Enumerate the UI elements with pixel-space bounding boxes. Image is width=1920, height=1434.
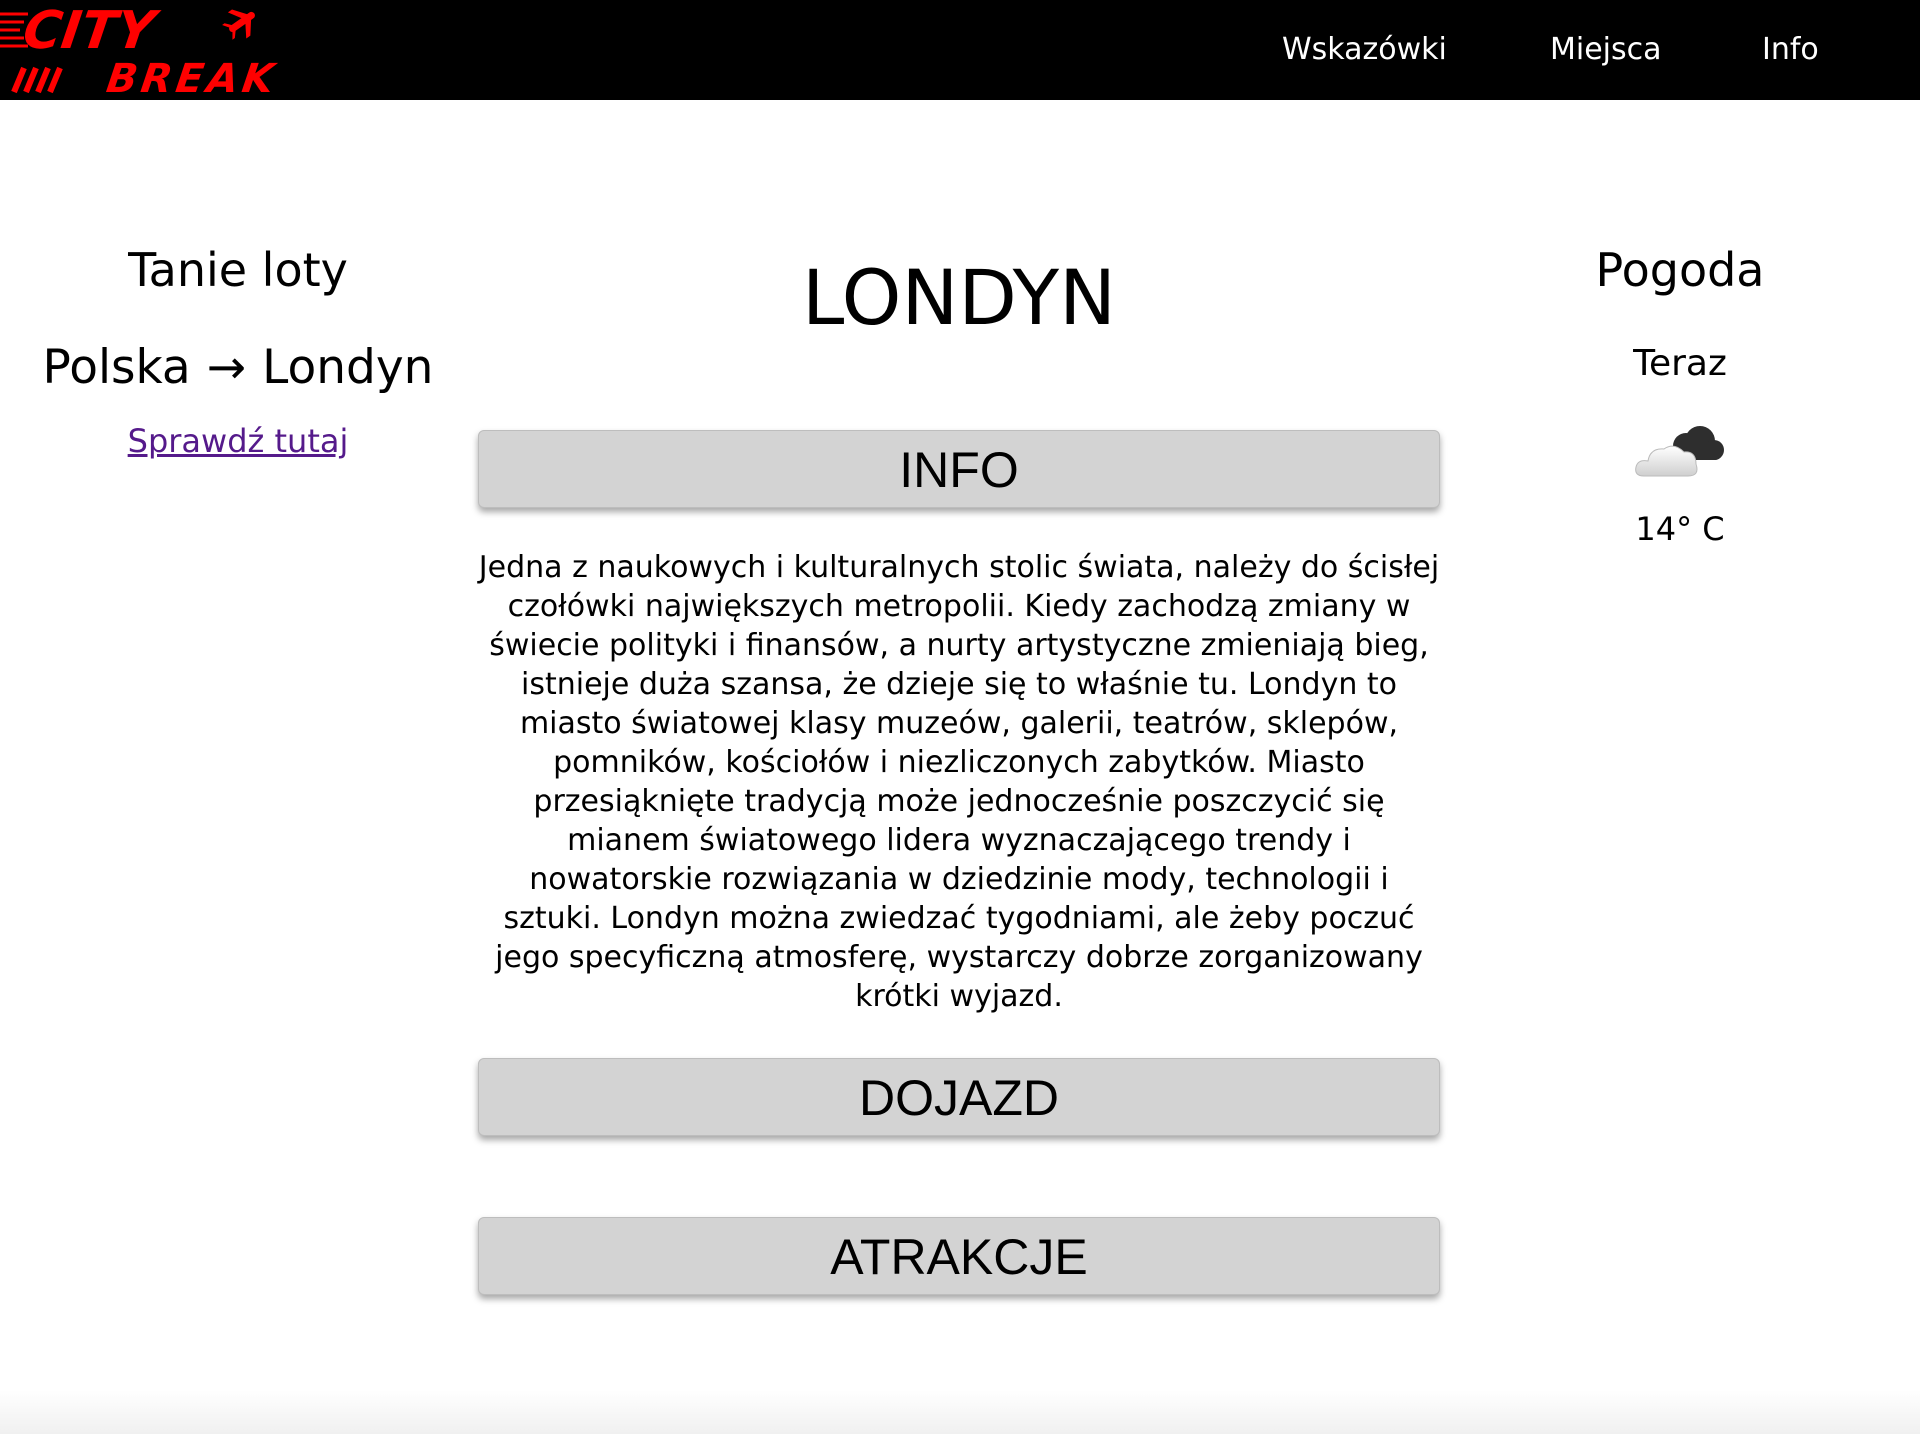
logo-text-city: CITY bbox=[19, 1, 163, 61]
temperature-value: 14° C bbox=[1635, 510, 1725, 548]
info-section-button[interactable]: INFO bbox=[478, 430, 1440, 508]
route-destination: Londyn bbox=[262, 340, 434, 395]
check-flights-link[interactable]: Sprawdź tutaj bbox=[128, 422, 349, 460]
logo-text-break: BREAK bbox=[104, 56, 281, 100]
page-bottom-edge bbox=[0, 1390, 1920, 1434]
cheap-flights-heading: Tanie loty bbox=[128, 243, 348, 297]
nav-link-miejsca[interactable]: Miejsca bbox=[1550, 28, 1662, 72]
city-break-logo[interactable]: CITY BREAK bbox=[0, 0, 300, 102]
cloudy-icon bbox=[1635, 426, 1724, 477]
flight-route: Polska → Londyn bbox=[0, 328, 476, 408]
dojazd-section-button[interactable]: DOJAZD bbox=[478, 1058, 1440, 1136]
logo-graphic: CITY BREAK bbox=[0, 1, 281, 102]
cheap-flights-panel: Tanie loty Polska → Londyn Sprawdź tutaj bbox=[0, 230, 476, 460]
info-description: Jedna z naukowych i kulturalnych stolic … bbox=[478, 550, 1440, 1014]
top-navbar: CITY BREAK Wskazówki Miejsca Info bbox=[0, 0, 1920, 102]
city-title: LONDYN bbox=[802, 253, 1116, 342]
weather-heading: Pogoda bbox=[1595, 243, 1765, 297]
nav-link-info[interactable]: Info bbox=[1762, 28, 1819, 72]
arrow-right-icon: → bbox=[206, 340, 247, 395]
weather-now-label: Teraz bbox=[1633, 343, 1727, 384]
nav-link-wskazowki[interactable]: Wskazówki bbox=[1282, 28, 1447, 72]
weather-panel: Pogoda Teraz 14° C bbox=[1520, 230, 1840, 554]
atrakcje-section-button[interactable]: ATRAKCJE bbox=[478, 1217, 1440, 1295]
airplane-icon bbox=[222, 9, 255, 40]
route-origin: Polska bbox=[42, 340, 191, 395]
